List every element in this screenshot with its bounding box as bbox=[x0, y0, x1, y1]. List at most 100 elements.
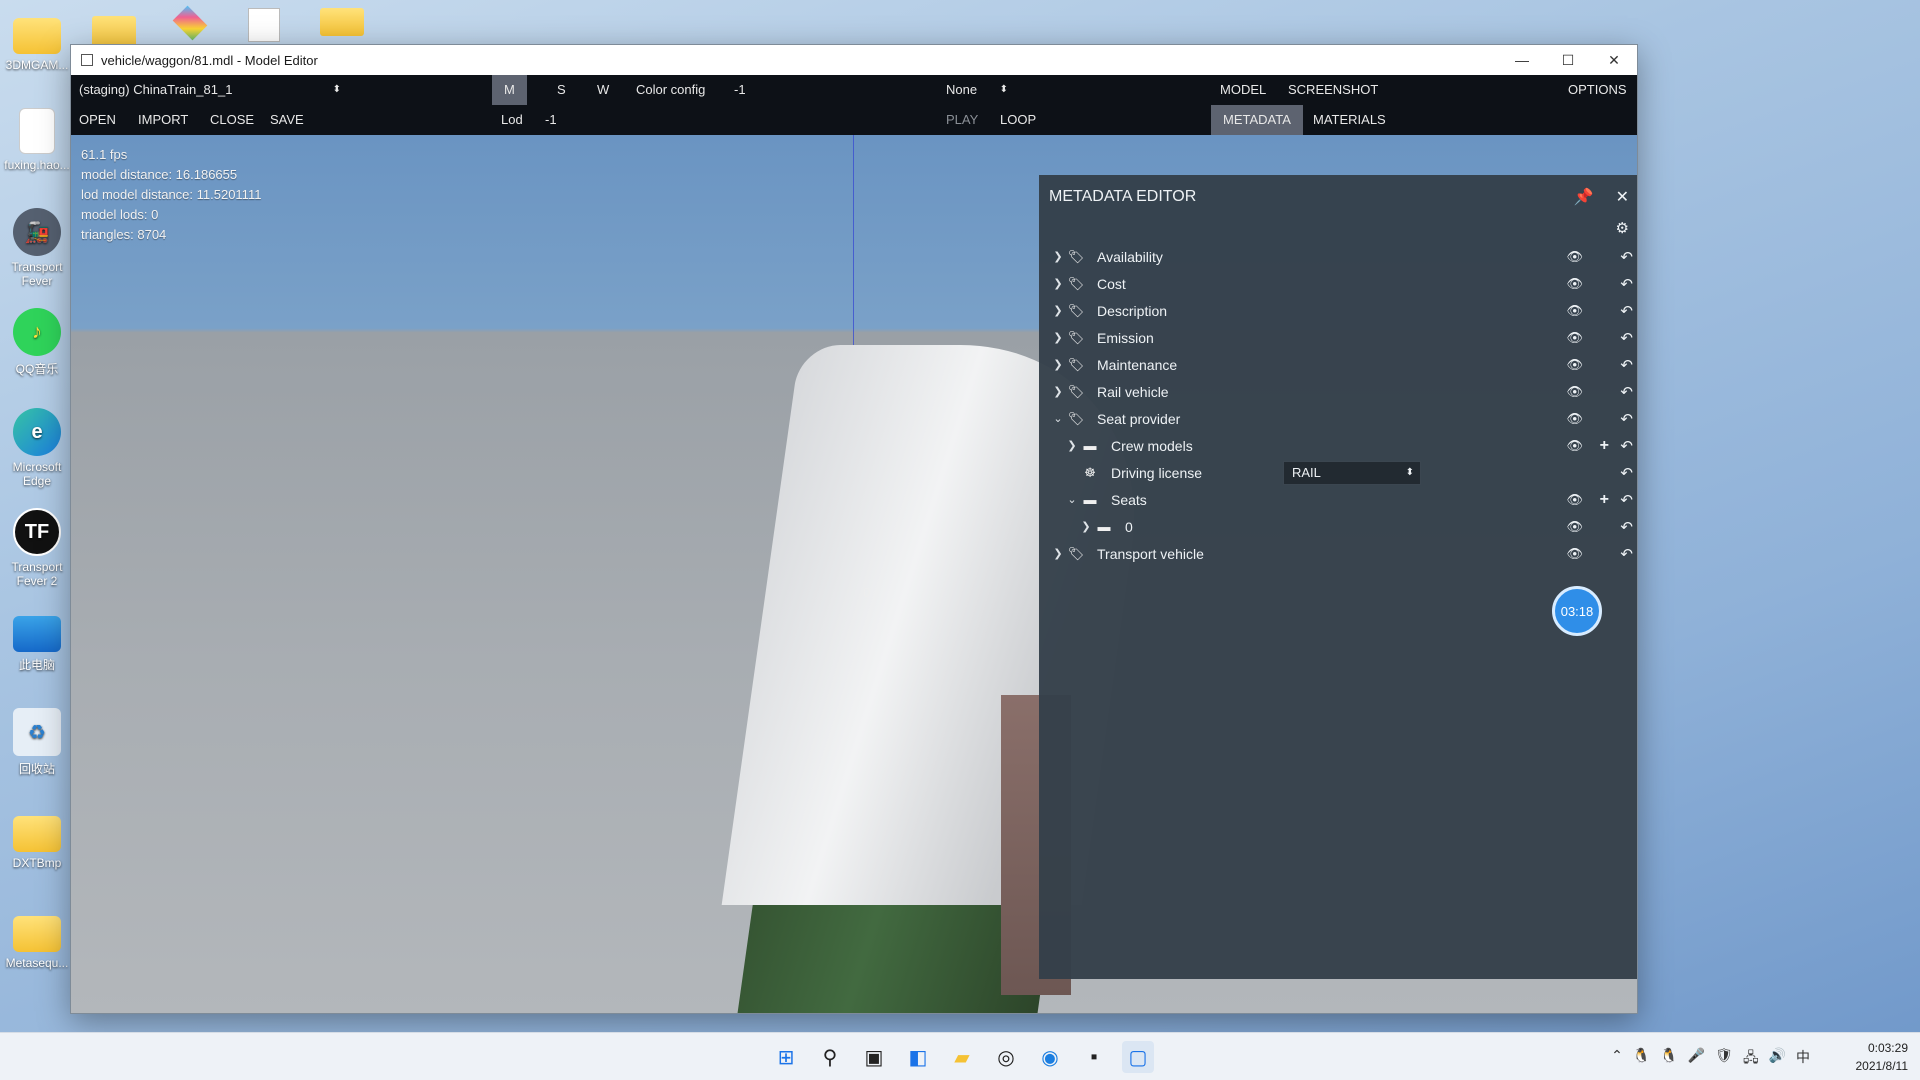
chevron-right-icon[interactable]: ❯ bbox=[1049, 250, 1067, 263]
tab-materials[interactable]: MATERIALS bbox=[1313, 105, 1386, 135]
undo-icon[interactable]: ↶ bbox=[1620, 248, 1633, 266]
lod-input[interactable]: -1 bbox=[545, 105, 557, 135]
close-window-button[interactable]: ✕ bbox=[1591, 45, 1637, 75]
undo-icon[interactable]: ↶ bbox=[1620, 437, 1633, 455]
chevron-down-icon[interactable]: ⌄ bbox=[1049, 412, 1067, 425]
desktop-icon-dxtbmp[interactable]: DXTBmp bbox=[0, 808, 74, 870]
minimize-button[interactable]: — bbox=[1499, 45, 1545, 75]
desktop-icon-this-pc[interactable]: 此电脑 bbox=[0, 608, 74, 673]
undo-icon[interactable]: ↶ bbox=[1620, 302, 1633, 320]
shield-icon[interactable]: 🛡 bbox=[1715, 1047, 1733, 1071]
meta-row-availability[interactable]: ❯ 🏷 Availability 👁 ↶ bbox=[1039, 243, 1637, 270]
chevron-right-icon[interactable]: ❯ bbox=[1049, 304, 1067, 317]
ime-indicator[interactable]: 中 bbox=[1796, 1047, 1810, 1071]
open-button[interactable]: OPEN bbox=[79, 105, 116, 135]
edge-taskbar-icon[interactable]: ◉ bbox=[1034, 1041, 1066, 1073]
maximize-button[interactable]: ☐ bbox=[1545, 45, 1591, 75]
undo-icon[interactable]: ↶ bbox=[1620, 383, 1633, 401]
desktop-icon-edge[interactable]: e Microsoft Edge bbox=[0, 408, 74, 488]
undo-icon[interactable]: ↶ bbox=[1620, 410, 1633, 428]
meta-row-cost[interactable]: ❯ 🏷 Cost 👁 ↶ bbox=[1039, 270, 1637, 297]
desktop-icon-metasequoia[interactable]: Metasequ... bbox=[0, 908, 74, 970]
tab-model[interactable]: MODEL bbox=[1220, 75, 1266, 105]
desktop-icon-fuxing[interactable]: fuxing.hao... bbox=[0, 108, 74, 172]
start-icon[interactable]: ⊞ bbox=[770, 1041, 802, 1073]
eye-icon[interactable]: 👁 bbox=[1566, 492, 1583, 508]
options-button[interactable]: OPTIONS bbox=[1568, 75, 1627, 105]
eye-icon[interactable]: 👁 bbox=[1566, 384, 1583, 400]
color-config-input[interactable]: -1 bbox=[734, 75, 746, 105]
add-icon[interactable]: + bbox=[1600, 491, 1609, 509]
meta-row-seat-provider[interactable]: ⌄ 🏷 Seat provider 👁 ↶ bbox=[1039, 405, 1637, 432]
undo-icon[interactable]: ↶ bbox=[1620, 545, 1633, 563]
undo-icon[interactable]: ↶ bbox=[1620, 518, 1633, 536]
network-icon[interactable]: 🖧 bbox=[1743, 1047, 1759, 1071]
eye-icon[interactable]: 👁 bbox=[1566, 303, 1583, 319]
eye-icon[interactable]: 👁 bbox=[1566, 249, 1583, 265]
desktop-icon-3dmgame[interactable]: 3DMGAM... bbox=[0, 10, 74, 72]
meta-row-crew-models[interactable]: ❯ ▬ Crew models 👁 + ↶ bbox=[1039, 432, 1637, 459]
meta-row-seat-0[interactable]: ❯ ▬ 0 👁 ↶ bbox=[1039, 513, 1637, 540]
qq-icon[interactable]: 🐧 bbox=[1660, 1047, 1677, 1071]
app-icon[interactable] bbox=[170, 5, 210, 41]
add-icon[interactable]: + bbox=[1600, 437, 1609, 455]
qq-icon[interactable]: 🐧 bbox=[1633, 1047, 1650, 1071]
steam-icon[interactable]: ◎ bbox=[990, 1041, 1022, 1073]
document-icon[interactable] bbox=[248, 8, 280, 42]
volume-icon[interactable]: 🔊 bbox=[1769, 1047, 1786, 1071]
recording-timer[interactable]: 03:18 bbox=[1552, 586, 1602, 636]
desktop-icon-qqmusic[interactable]: ♪ QQ音乐 bbox=[0, 308, 74, 377]
desktop-icon-transport-fever[interactable]: 🚂 Transport Fever bbox=[0, 208, 74, 288]
mode-s-button[interactable]: S bbox=[557, 75, 566, 105]
mode-m-button[interactable]: M bbox=[492, 75, 527, 105]
microphone-icon[interactable]: 🎤 bbox=[1688, 1047, 1705, 1071]
terminal-icon[interactable]: ▪ bbox=[1078, 1041, 1110, 1073]
eye-icon[interactable]: 👁 bbox=[1566, 276, 1583, 292]
import-button[interactable]: IMPORT bbox=[138, 105, 188, 135]
meta-row-maintenance[interactable]: ❯ 🏷 Maintenance 👁 ↶ bbox=[1039, 351, 1637, 378]
window-titlebar[interactable]: vehicle/waggon/81.mdl - Model Editor — ☐… bbox=[71, 45, 1637, 75]
close-panel-icon[interactable]: ✕ bbox=[1616, 187, 1629, 207]
search-icon[interactable]: ⚲ bbox=[814, 1041, 846, 1073]
file-explorer-icon[interactable]: ▰ bbox=[946, 1041, 978, 1073]
eye-icon[interactable]: 👁 bbox=[1566, 330, 1583, 346]
driving-license-select[interactable]: RAIL ⬍ bbox=[1283, 460, 1421, 485]
pin-icon[interactable]: 📌 bbox=[1574, 187, 1594, 207]
gear-icon[interactable]: ⚙ bbox=[1616, 219, 1629, 243]
meta-row-seats[interactable]: ⌄ ▬ Seats 👁 + ↶ bbox=[1039, 486, 1637, 513]
chevron-right-icon[interactable]: ❯ bbox=[1049, 331, 1067, 344]
chevron-right-icon[interactable]: ❯ bbox=[1077, 520, 1095, 533]
animation-select[interactable]: None ⬍ bbox=[946, 75, 1008, 105]
widgets-icon[interactable]: ◧ bbox=[902, 1041, 934, 1073]
chevron-down-icon[interactable]: ⌄ bbox=[1063, 493, 1081, 506]
model-editor-taskbar-icon[interactable]: ▢ bbox=[1122, 1041, 1154, 1073]
eye-icon[interactable]: 👁 bbox=[1566, 411, 1583, 427]
undo-icon[interactable]: ↶ bbox=[1620, 356, 1633, 374]
save-button[interactable]: SAVE bbox=[270, 105, 304, 135]
mode-w-button[interactable]: W bbox=[597, 75, 609, 105]
undo-icon[interactable]: ↶ bbox=[1620, 464, 1633, 482]
chevron-right-icon[interactable]: ❯ bbox=[1049, 358, 1067, 371]
folder-icon[interactable] bbox=[320, 8, 364, 36]
chevron-right-icon[interactable]: ❯ bbox=[1049, 547, 1067, 560]
loop-button[interactable]: LOOP bbox=[1000, 105, 1036, 135]
meta-row-transport-vehicle[interactable]: ❯ 🏷 Transport vehicle 👁 ↶ bbox=[1039, 540, 1637, 567]
play-button[interactable]: PLAY bbox=[946, 105, 978, 135]
tab-screenshot[interactable]: SCREENSHOT bbox=[1288, 75, 1378, 105]
meta-row-rail-vehicle[interactable]: ❯ 🏷 Rail vehicle 👁 ↶ bbox=[1039, 378, 1637, 405]
eye-icon[interactable]: 👁 bbox=[1566, 438, 1583, 454]
tab-metadata[interactable]: METADATA bbox=[1211, 105, 1303, 135]
eye-icon[interactable]: 👁 bbox=[1566, 519, 1583, 535]
eye-icon[interactable]: 👁 bbox=[1566, 357, 1583, 373]
task-view-icon[interactable]: ▣ bbox=[858, 1041, 890, 1073]
undo-icon[interactable]: ↶ bbox=[1620, 491, 1633, 509]
meta-row-description[interactable]: ❯ 🏷 Description 👁 ↶ bbox=[1039, 297, 1637, 324]
desktop-icon-transport-fever-2[interactable]: TF Transport Fever 2 bbox=[0, 508, 74, 588]
taskbar-clock[interactable]: 0:03:29 2021/8/11 bbox=[1856, 1039, 1909, 1075]
chevron-right-icon[interactable]: ❯ bbox=[1049, 277, 1067, 290]
undo-icon[interactable]: ↶ bbox=[1620, 329, 1633, 347]
chevron-up-icon[interactable]: ⌃ bbox=[1611, 1047, 1623, 1071]
eye-icon[interactable]: 👁 bbox=[1566, 546, 1583, 562]
desktop-icon-recycle-bin[interactable]: ♻ 回收站 bbox=[0, 708, 74, 777]
model-select[interactable]: (staging) ChinaTrain_81_1 ⬍ bbox=[79, 75, 341, 105]
